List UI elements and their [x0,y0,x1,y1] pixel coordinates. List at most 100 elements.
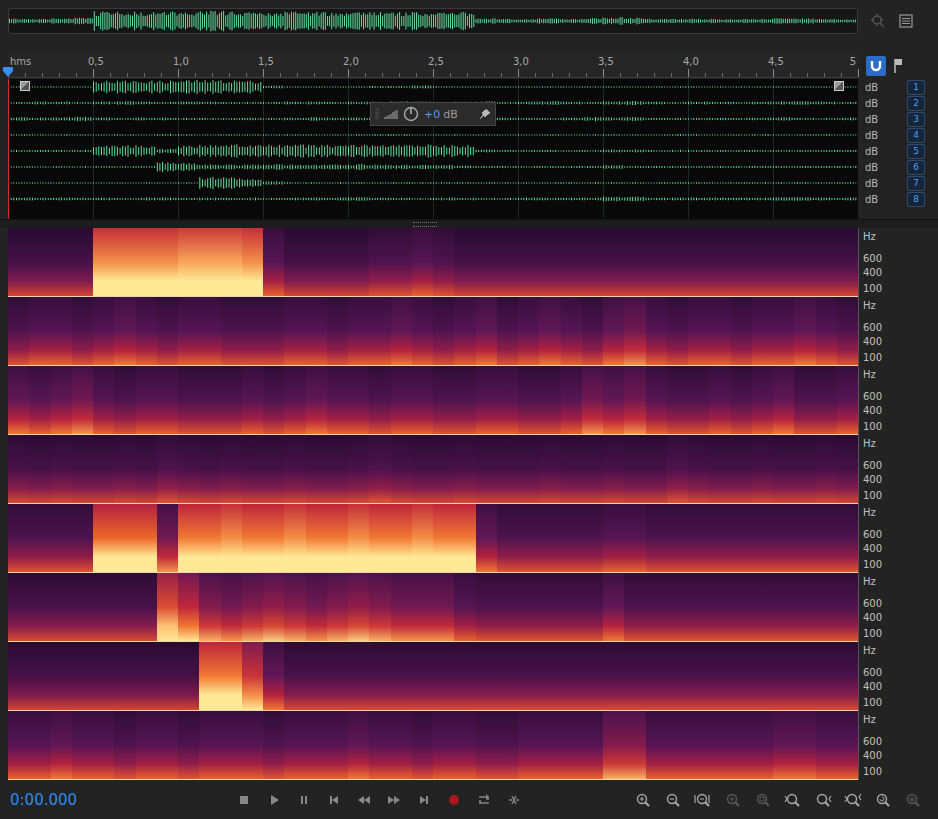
panel-menu-icon[interactable] [898,13,914,29]
track-waveform[interactable] [8,159,858,175]
frequency-axis: Hz600400100 [858,573,938,642]
spectrogram-column [497,711,518,779]
volume-value[interactable]: +0 [424,108,440,121]
spectrogram-column [561,297,582,365]
time-display[interactable]: 0:00.000 [10,791,229,809]
fade-in-handle[interactable] [20,81,30,91]
zoom-in-amplitude-button[interactable] [628,786,658,814]
track-number-badge[interactable]: 3 [907,112,925,127]
ruler-tick [212,73,213,77]
zoom-in-left-icon [784,791,802,809]
spectrogram-column [667,297,688,365]
spectrogram-column [221,297,242,365]
track-waveform[interactable] [8,175,858,191]
zoom-out-amplitude-button[interactable] [658,786,688,814]
spectrogram[interactable] [8,504,858,573]
to-end-button[interactable] [409,786,439,814]
spectrogram-column [518,573,539,641]
spectrogram-column [709,297,730,365]
spectrogram[interactable] [8,228,858,297]
pin-icon[interactable] [479,108,491,120]
zoom-lock-button[interactable] [898,786,928,814]
forward-button[interactable] [379,786,409,814]
track-header: dB 2 [865,95,925,111]
spectrogram[interactable] [8,435,858,504]
zoom-in-left-button[interactable] [778,786,808,814]
pause-button[interactable] [289,786,319,814]
divider-grip[interactable] [413,222,437,227]
track-number-badge[interactable]: 7 [907,176,925,191]
marker-pin-icon[interactable] [892,58,904,74]
ruler-label: 0,5 [88,56,104,67]
track-waveform[interactable] [8,127,858,143]
spectrogram-column [284,435,305,503]
track-number-badge[interactable]: 2 [907,96,925,111]
spectrogram-column [624,642,645,710]
track-waveform[interactable] [8,79,858,95]
track-number-badge[interactable]: 5 [907,144,925,159]
grip-icon[interactable] [375,106,379,122]
spectrogram-column [72,711,93,779]
spectrogram[interactable] [8,366,858,435]
volume-knob-icon[interactable] [403,106,419,122]
track-waveform[interactable] [8,191,858,207]
axis-label: 600 [863,459,938,473]
zoom-selection-button[interactable] [748,786,778,814]
spectrogram-column [816,642,837,710]
track-number-badge[interactable]: 8 [907,192,925,207]
spectrogram-column [157,297,178,365]
track-header: dB 8 [865,191,925,207]
overview-waveform[interactable] [8,8,858,34]
zoom-in-time-icon [724,791,742,809]
spectrogram-column [624,573,645,641]
to-start-button[interactable] [319,786,349,814]
play-button[interactable] [259,786,289,814]
spectrogram-column [242,573,263,641]
axis-label: 600 [863,597,938,611]
time-ruler[interactable]: hms0,51,01,52,02,53,03,54,04,55 [8,54,858,78]
skip-button[interactable] [499,786,529,814]
playhead-marker-icon[interactable] [3,67,13,77]
record-button[interactable] [439,786,469,814]
spectrogram[interactable] [8,573,858,642]
spectrogram-column [221,504,242,572]
axis-label: Hz [863,506,938,520]
zoom-in-both-button[interactable] [838,786,868,814]
spectrogram-column [752,504,773,572]
snapping-toggle[interactable] [866,56,886,76]
zoom-out-full-button[interactable] [688,786,718,814]
spectrogram-column [476,435,497,503]
stop-button[interactable] [229,786,259,814]
spectral-view[interactable]: Hz600400100 Hz600400100 Hz600400100 Hz60… [0,228,938,780]
zoom-in-right-button[interactable] [808,786,838,814]
spectrogram-column [752,297,773,365]
playhead-line[interactable] [8,79,9,219]
spectrogram-column [199,435,220,503]
track-waveform[interactable] [8,143,858,159]
fade-out-handle[interactable] [834,81,844,91]
track-number-badge[interactable]: 4 [907,128,925,143]
zoom-navigator-icon[interactable] [870,13,886,29]
ruler-tick [297,73,298,77]
spectrogram-column [263,435,284,503]
waveform-tracks[interactable]: +0 dB [8,79,858,219]
track-number-badge[interactable]: 1 [907,80,925,95]
zoom-in-time-button[interactable] [718,786,748,814]
track-number-badge[interactable]: 6 [907,160,925,175]
spectrogram-column [221,573,242,641]
spectrogram[interactable] [8,642,858,711]
spectrogram-column [561,435,582,503]
zoom-reset-button[interactable] [868,786,898,814]
ruler-label: 3,0 [513,56,529,67]
spectrogram-column [646,297,667,365]
loop-button[interactable] [469,786,499,814]
spectrogram-column [8,297,29,365]
rewind-button[interactable] [349,786,379,814]
spectrogram-column [391,711,412,779]
spectrogram[interactable] [8,297,858,366]
spectrogram[interactable] [8,711,858,780]
volume-hud[interactable]: +0 dB [370,102,496,126]
ruler-tick [722,73,723,77]
spectrogram-column [157,711,178,779]
panel-divider[interactable] [0,219,938,228]
